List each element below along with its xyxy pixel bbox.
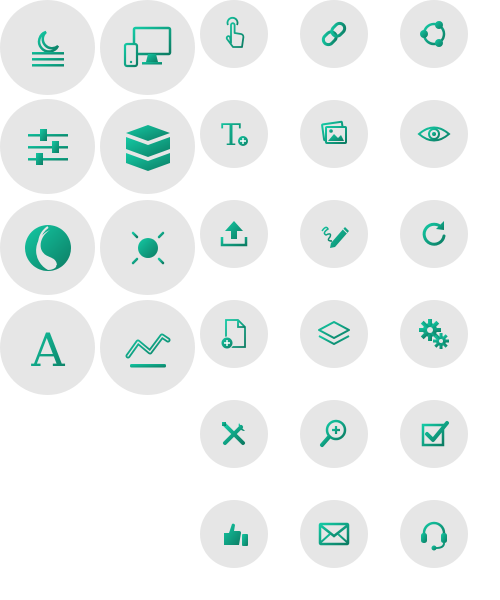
thumbs-up-button[interactable] — [200, 500, 268, 568]
brightness-icon — [125, 225, 170, 270]
eye-button[interactable] — [400, 100, 468, 168]
add-file-button[interactable] — [200, 300, 268, 368]
brightness-button[interactable] — [100, 200, 195, 295]
font-button[interactable]: A — [0, 300, 95, 395]
zoom-in-icon — [320, 419, 347, 447]
layers-stack-icon — [125, 124, 170, 171]
devices-button[interactable] — [100, 0, 195, 95]
network-icon — [420, 21, 446, 47]
draw-button[interactable] — [300, 200, 368, 268]
sliders-button[interactable] — [0, 99, 95, 194]
touch-button[interactable] — [200, 0, 268, 68]
add-text-button[interactable]: T — [200, 100, 268, 168]
upload-icon — [220, 221, 248, 247]
network-button[interactable] — [400, 0, 468, 68]
checkbox-button[interactable] — [400, 400, 468, 468]
layers-stack-button[interactable] — [100, 99, 195, 194]
headset-button[interactable] — [400, 500, 468, 568]
headset-icon — [421, 521, 447, 551]
images-icon — [321, 120, 347, 144]
trend-line-icon — [125, 333, 170, 367]
upload-button[interactable] — [200, 200, 268, 268]
font-icon: A — [30, 323, 65, 374]
gears-button[interactable] — [400, 300, 468, 368]
checkbox-icon — [421, 421, 449, 447]
mail-icon — [318, 522, 350, 546]
layers-button[interactable] — [300, 300, 368, 368]
add-text-icon-glyph: T — [221, 118, 241, 153]
icon-grid: A T — [0, 0, 500, 600]
trend-line-button[interactable] — [100, 300, 195, 395]
refresh-icon — [422, 221, 446, 246]
eye-icon — [417, 126, 451, 142]
draw-icon — [321, 226, 349, 248]
zoom-in-button[interactable] — [300, 400, 368, 468]
tools-button[interactable] — [200, 400, 268, 468]
tools-icon — [222, 422, 245, 445]
night-mode-icon — [31, 30, 64, 66]
images-button[interactable] — [300, 100, 368, 168]
font-icon-glyph: A — [30, 323, 65, 374]
link-icon — [321, 21, 347, 47]
mail-button[interactable] — [300, 500, 368, 568]
add-file-icon — [220, 319, 246, 350]
sliders-icon — [27, 128, 68, 165]
devices-icon — [123, 26, 171, 67]
night-mode-button[interactable] — [0, 0, 95, 95]
gears-icon — [419, 319, 449, 349]
link-button[interactable] — [300, 0, 368, 68]
contrast-icon — [24, 224, 71, 271]
contrast-button[interactable] — [0, 200, 95, 295]
thumbs-up-icon — [224, 523, 248, 546]
add-text-icon: T — [221, 118, 249, 153]
touch-icon — [225, 17, 245, 48]
refresh-button[interactable] — [400, 200, 468, 268]
layers-icon — [318, 321, 350, 345]
